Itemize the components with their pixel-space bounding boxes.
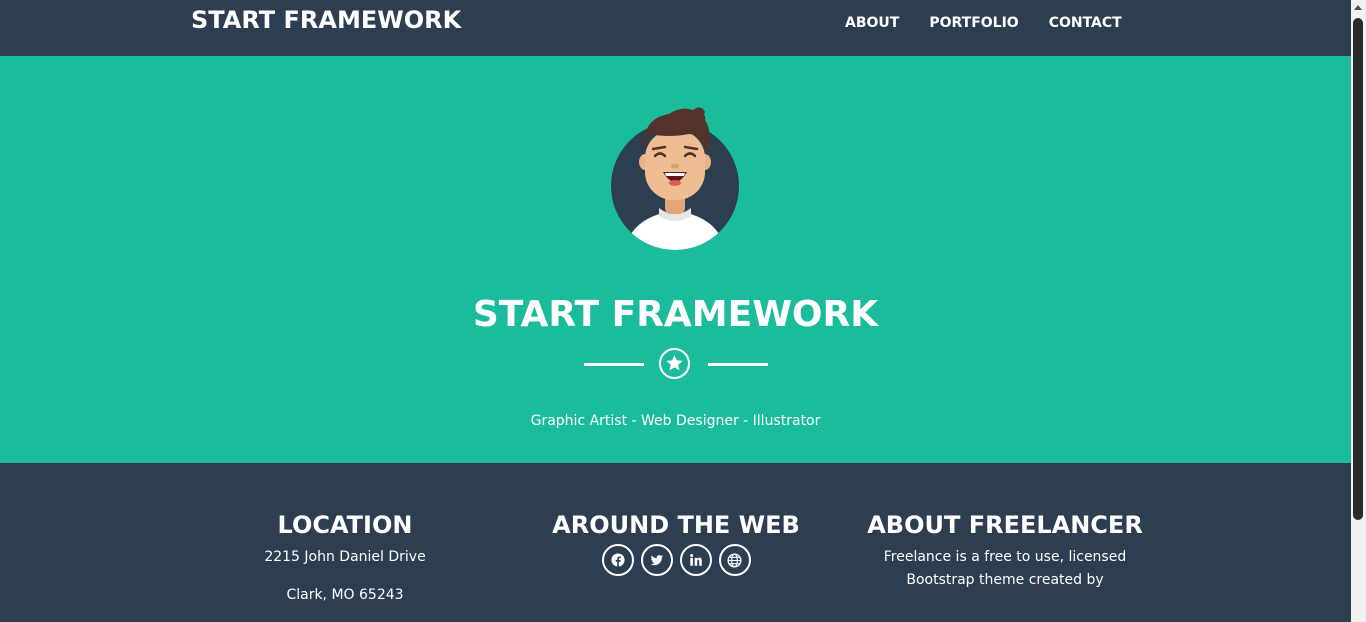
- avatar: [611, 107, 739, 250]
- facebook-icon[interactable]: [601, 544, 634, 576]
- twitter-icon[interactable]: [640, 544, 673, 576]
- nav-link-portfolio[interactable]: PORTFOLIO: [929, 14, 1018, 32]
- linkedin-icon[interactable]: [679, 544, 712, 576]
- location-heading: LOCATION: [277, 511, 413, 539]
- address-line-1: 2215 John Daniel Drive: [264, 549, 426, 565]
- divider-line-left: [584, 363, 644, 366]
- about-heading: ABOUT FREELANCER: [867, 511, 1143, 539]
- nav-link-about[interactable]: ABOUT: [845, 14, 899, 32]
- divider-line-right: [708, 363, 768, 366]
- scrollbar-thumb[interactable]: [1353, 18, 1363, 520]
- footer-around-web: AROUND THE WEB: [536, 510, 816, 576]
- navbar: START FRAMEWORK ABOUT PORTFOLIO CONTACT: [0, 0, 1351, 56]
- around-web-heading: AROUND THE WEB: [552, 511, 800, 539]
- about-text: Freelance is a free to use, licensed Boo…: [883, 549, 1127, 588]
- masthead: START FRAMEWORK Graphic Artist - Web Des…: [0, 56, 1351, 463]
- star-icon: [659, 348, 690, 379]
- nav-links: ABOUT PORTFOLIO CONTACT: [845, 14, 1152, 32]
- scroll-up-arrow-icon[interactable]: [1353, 2, 1363, 14]
- footer-about: ABOUT FREELANCER Freelance is a free to …: [850, 510, 1160, 592]
- globe-icon[interactable]: [718, 544, 751, 576]
- hero-subtitle: Graphic Artist - Web Designer - Illustra…: [530, 413, 821, 429]
- footer: LOCATION 2215 John Daniel Drive Clark, M…: [0, 463, 1351, 622]
- footer-location: LOCATION 2215 John Daniel Drive Clark, M…: [245, 510, 445, 607]
- star-divider: [584, 348, 768, 382]
- social-links: [536, 544, 816, 576]
- brand-link[interactable]: START FRAMEWORK: [191, 6, 461, 34]
- nav-link-contact[interactable]: CONTACT: [1049, 14, 1122, 32]
- hero-title: START FRAMEWORK: [472, 294, 879, 335]
- address-line-2: Clark, MO 65243: [286, 587, 404, 603]
